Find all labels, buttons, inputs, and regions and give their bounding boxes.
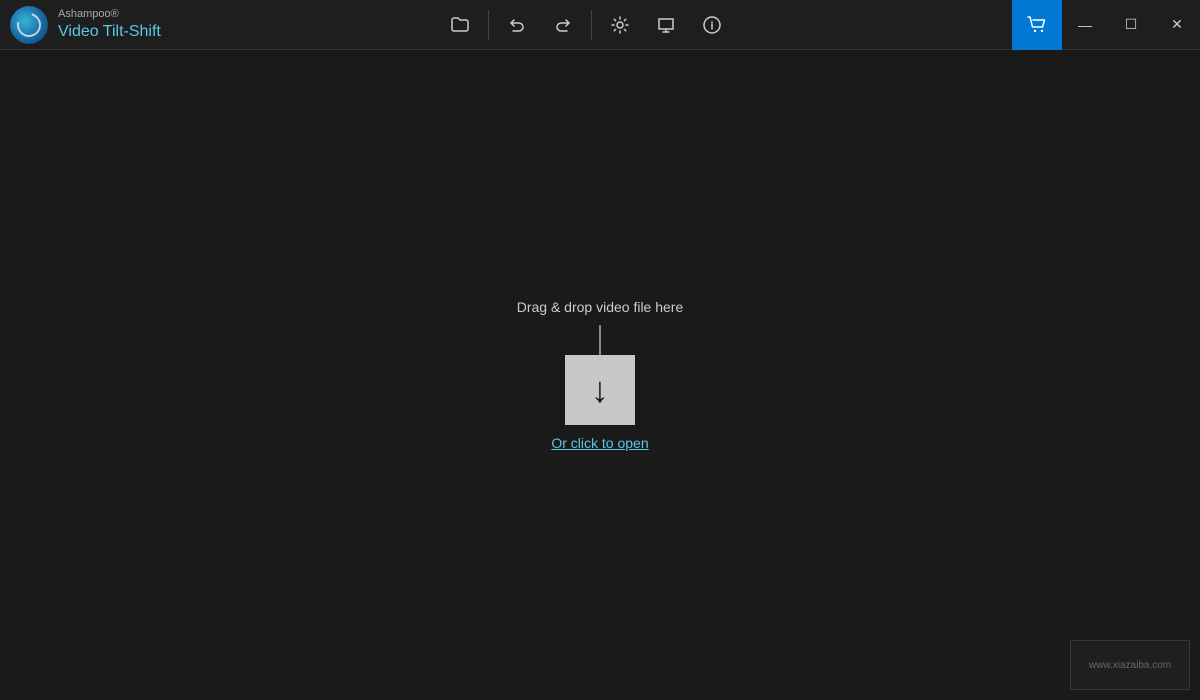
folder-icon (450, 15, 470, 35)
settings-icon (610, 15, 630, 35)
separator-1 (488, 10, 489, 40)
drag-drop-label: Drag & drop video file here (517, 299, 684, 315)
main-content: Drag & drop video file here ↓ Or click t… (0, 50, 1200, 700)
minimize-icon: — (1078, 17, 1092, 33)
watermark: www.xiazaiba.com (1070, 640, 1190, 690)
redo-icon (553, 15, 573, 35)
toolbar (438, 0, 734, 50)
watermark-image: www.xiazaiba.com (1070, 640, 1190, 690)
separator-2 (591, 10, 592, 40)
close-button[interactable]: ✕ (1154, 0, 1200, 50)
maximize-icon: ☐ (1125, 16, 1138, 33)
down-arrow-icon: ↓ (591, 372, 609, 408)
info-button[interactable] (690, 0, 734, 50)
title-bar-left: Ashampoo® Video Tilt-Shift (10, 6, 161, 44)
app-brand: Ashampoo® (58, 8, 161, 21)
drop-line (599, 325, 601, 355)
cart-icon (1026, 14, 1048, 36)
preview-icon (656, 15, 676, 35)
preview-button[interactable] (644, 0, 688, 50)
window-controls: — ☐ ✕ (1012, 0, 1200, 50)
app-title-block: Ashampoo® Video Tilt-Shift (58, 8, 161, 40)
undo-icon (507, 15, 527, 35)
maximize-button[interactable]: ☐ (1108, 0, 1154, 50)
open-file-button[interactable] (438, 0, 482, 50)
settings-button[interactable] (598, 0, 642, 50)
cart-button[interactable] (1012, 0, 1062, 50)
close-icon: ✕ (1171, 16, 1183, 33)
minimize-button[interactable]: — (1062, 0, 1108, 50)
drop-zone-container[interactable]: Drag & drop video file here ↓ Or click t… (517, 299, 684, 451)
title-bar: Ashampoo® Video Tilt-Shift (0, 0, 1200, 50)
redo-button[interactable] (541, 0, 585, 50)
app-name: Video Tilt-Shift (58, 22, 161, 41)
app-logo (10, 6, 48, 44)
undo-button[interactable] (495, 0, 539, 50)
watermark-text: www.xiazaiba.com (1089, 660, 1171, 671)
info-icon (702, 15, 722, 35)
drop-icon-wrapper: ↓ (565, 325, 635, 425)
click-to-open-button[interactable]: Or click to open (551, 435, 648, 451)
drop-box[interactable]: ↓ (565, 355, 635, 425)
